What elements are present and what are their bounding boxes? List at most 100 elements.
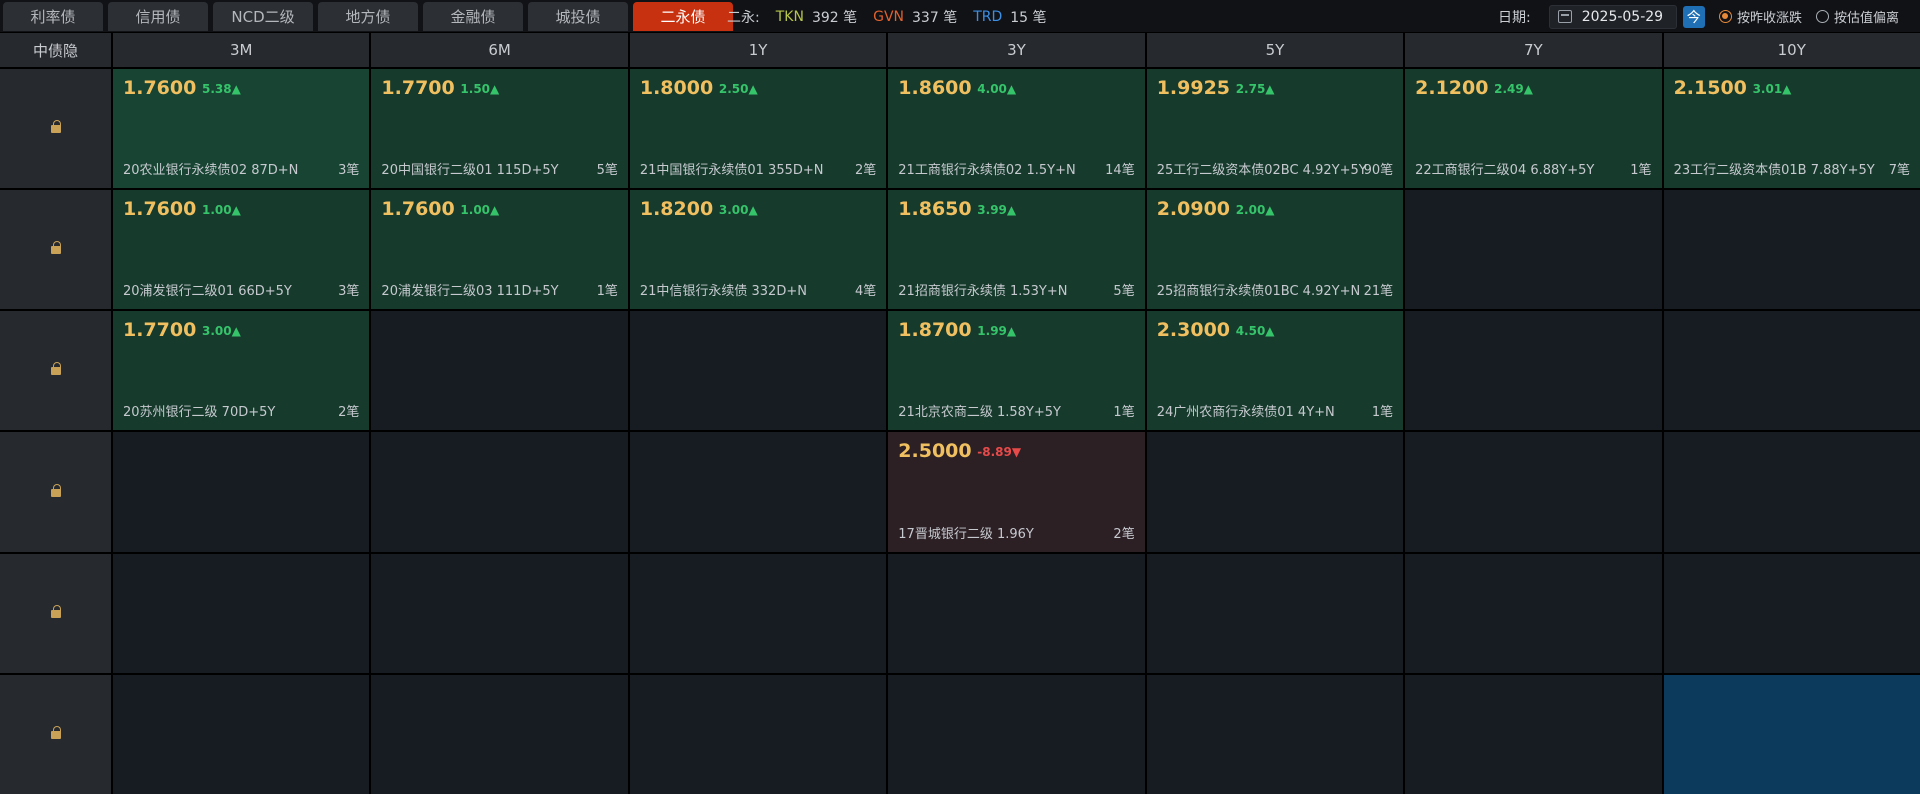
- empty-cell[interactable]: [1146, 553, 1404, 673]
- price-change: 1.00▲: [202, 203, 241, 218]
- today-button[interactable]: 今: [1682, 5, 1705, 28]
- empty-cell[interactable]: [113, 553, 370, 673]
- column-header-5y[interactable]: 5Y: [1146, 33, 1404, 67]
- empty-cell[interactable]: [888, 553, 1145, 673]
- price-change: 2.00▲: [1235, 203, 1275, 218]
- empty-cell[interactable]: [371, 674, 628, 794]
- price-value: 1.7600: [123, 198, 197, 221]
- quote-cell[interactable]: 1.8600 4.00▲ 21工商银行永续债02 1.5Y+N 14笔: [888, 69, 1145, 189]
- price-value: 1.7700: [381, 77, 455, 99]
- radio-vs-valuation[interactable]: 按估值偏离: [1816, 7, 1899, 26]
- price-change: 3.00▲: [202, 324, 241, 339]
- quote-cell[interactable]: 1.7600 1.00▲ 20浦发银行二级01 66D+5Y 3笔: [113, 190, 370, 310]
- quote-cell[interactable]: 1.7600 5.38▲ 20农业银行永续债02 87D+N 3笔: [113, 69, 370, 189]
- empty-cell[interactable]: [629, 674, 887, 794]
- selected-cell[interactable]: [1663, 674, 1920, 794]
- lock-icon[interactable]: [50, 120, 61, 136]
- empty-cell[interactable]: [1405, 311, 1662, 431]
- empty-cell[interactable]: [1663, 311, 1920, 431]
- empty-cell[interactable]: [1663, 190, 1920, 310]
- column-header-7y[interactable]: 7Y: [1405, 33, 1662, 67]
- empty-cell[interactable]: [1146, 674, 1404, 794]
- price-value: 2.1200: [1415, 77, 1489, 99]
- radio-vs-prev-close[interactable]: 按昨收涨跌: [1719, 7, 1802, 26]
- tab-ncd-secondary[interactable]: NCD二级: [213, 2, 313, 31]
- column-header-3y[interactable]: 3Y: [888, 33, 1145, 67]
- empty-cell[interactable]: [1663, 553, 1920, 673]
- trade-count: 21笔: [1363, 284, 1394, 300]
- price-change: 2.50▲: [718, 82, 758, 96]
- price-value: 1.9925: [1156, 77, 1231, 99]
- tab-local-gov-bonds[interactable]: 地方债: [318, 2, 418, 31]
- date-input[interactable]: 2025-05-29: [1548, 4, 1677, 29]
- lock-icon[interactable]: [50, 604, 61, 621]
- radio-label: 按昨收涨跌: [1737, 11, 1803, 26]
- quote-cell[interactable]: 1.8650 3.99▲ 21招商银行永续债 1.53Y+N 5笔: [888, 190, 1145, 310]
- empty-cell[interactable]: [371, 432, 628, 552]
- bond-name: 20中国银行二级01 115D+5Y: [381, 163, 559, 179]
- empty-cell[interactable]: [629, 432, 887, 552]
- empty-cell[interactable]: [371, 553, 628, 673]
- empty-cell[interactable]: [113, 674, 370, 794]
- empty-cell[interactable]: [113, 432, 370, 552]
- row-header: [0, 190, 111, 310]
- empty-cell[interactable]: [371, 311, 628, 431]
- trade-count: 2笔: [855, 163, 877, 179]
- quote-cell[interactable]: 2.0900 2.00▲ 25招商银行永续债01BC 4.92Y+N 21笔: [1146, 190, 1404, 310]
- price-change: 5.38▲: [202, 82, 241, 96]
- tab-financial-bonds[interactable]: 金融债: [423, 2, 523, 31]
- price-change: 3.00▲: [718, 203, 758, 218]
- empty-cell[interactable]: [1146, 432, 1404, 552]
- gvn-tag: GVN: [873, 8, 905, 25]
- corner-header[interactable]: 中债隐: [0, 33, 111, 67]
- column-header-3m[interactable]: 3M: [113, 33, 370, 67]
- quote-cell[interactable]: 1.8700 1.99▲ 21北京农商二级 1.58Y+5Y 1笔: [888, 311, 1145, 431]
- tab-rate-bonds[interactable]: 利率债: [3, 2, 103, 31]
- column-header-10y[interactable]: 10Y: [1663, 33, 1920, 67]
- empty-cell[interactable]: [629, 553, 887, 673]
- bond-name: 23工行二级资本债01B 7.88Y+5Y: [1673, 163, 1875, 179]
- price-value: 1.8650: [898, 198, 972, 221]
- quote-cell[interactable]: 1.8200 3.00▲ 21中信银行永续债 332D+N 4笔: [629, 190, 887, 310]
- quote-cell[interactable]: 1.7700 3.00▲ 20苏州银行二级 70D+5Y 2笔: [113, 311, 370, 431]
- empty-cell[interactable]: [1405, 674, 1662, 794]
- quote-cell[interactable]: 2.1200 2.49▲ 22工商银行二级04 6.88Y+5Y 1笔: [1405, 69, 1662, 189]
- bond-name: 22工商银行二级04 6.88Y+5Y: [1415, 163, 1595, 179]
- quote-cell[interactable]: 1.8000 2.50▲ 21中国银行永续债01 355D+N 2笔: [629, 69, 887, 189]
- trade-count: 14笔: [1105, 163, 1135, 179]
- empty-cell[interactable]: [629, 311, 887, 431]
- quote-cell[interactable]: 1.9925 2.75▲ 25工行二级资本债02BC 4.92Y+5Y 90笔: [1146, 69, 1404, 189]
- trade-count: 3笔: [338, 284, 360, 300]
- gvn-count: 337 笔: [912, 9, 958, 26]
- quote-cell[interactable]: 2.1500 3.01▲ 23工行二级资本债01B 7.88Y+5Y 7笔: [1663, 69, 1920, 189]
- lock-icon[interactable]: [50, 725, 61, 742]
- price-value: 2.0900: [1156, 198, 1231, 221]
- quote-cell[interactable]: 1.7600 1.00▲ 20浦发银行二级03 111D+5Y 1笔: [371, 190, 628, 310]
- category-tabs: 利率债 信用债 NCD二级 地方债 金融债 城投债 二永债: [0, 0, 735, 33]
- row-header: [0, 69, 111, 189]
- quote-cell[interactable]: 2.3000 4.50▲ 24广州农商行永续债01 4Y+N 1笔: [1146, 311, 1404, 431]
- row-header: [0, 674, 111, 794]
- tab-tier2-perpetual-bonds[interactable]: 二永债: [633, 2, 733, 31]
- column-header-6m[interactable]: 6M: [371, 33, 628, 67]
- empty-cell[interactable]: [1405, 432, 1662, 552]
- lock-icon[interactable]: [50, 483, 61, 500]
- column-header-1y[interactable]: 1Y: [629, 33, 887, 67]
- trd-count: 15 笔: [1010, 9, 1047, 26]
- lock-icon[interactable]: [50, 241, 61, 257]
- price-change: 1.00▲: [460, 203, 500, 218]
- tab-urban-investment-bonds[interactable]: 城投债: [528, 2, 628, 31]
- empty-cell[interactable]: [1405, 190, 1662, 310]
- trade-count: 2笔: [338, 405, 360, 421]
- empty-cell[interactable]: [1405, 553, 1662, 673]
- price-change: 3.99▲: [977, 203, 1017, 218]
- empty-cell[interactable]: [1663, 432, 1920, 552]
- quote-cell[interactable]: 1.7700 1.50▲ 20中国银行二级01 115D+5Y 5笔: [371, 69, 628, 189]
- bond-name: 21中国银行永续债01 355D+N: [639, 163, 824, 179]
- quote-cell[interactable]: 2.5000 -8.89▼ 17晋城银行二级 1.96Y 2笔: [888, 432, 1145, 552]
- tkn-count: 392 笔: [811, 9, 858, 26]
- empty-cell[interactable]: [888, 674, 1145, 794]
- lock-icon[interactable]: [50, 362, 61, 378]
- tab-credit-bonds[interactable]: 信用债: [108, 2, 208, 31]
- price-change: 2.75▲: [1235, 82, 1275, 96]
